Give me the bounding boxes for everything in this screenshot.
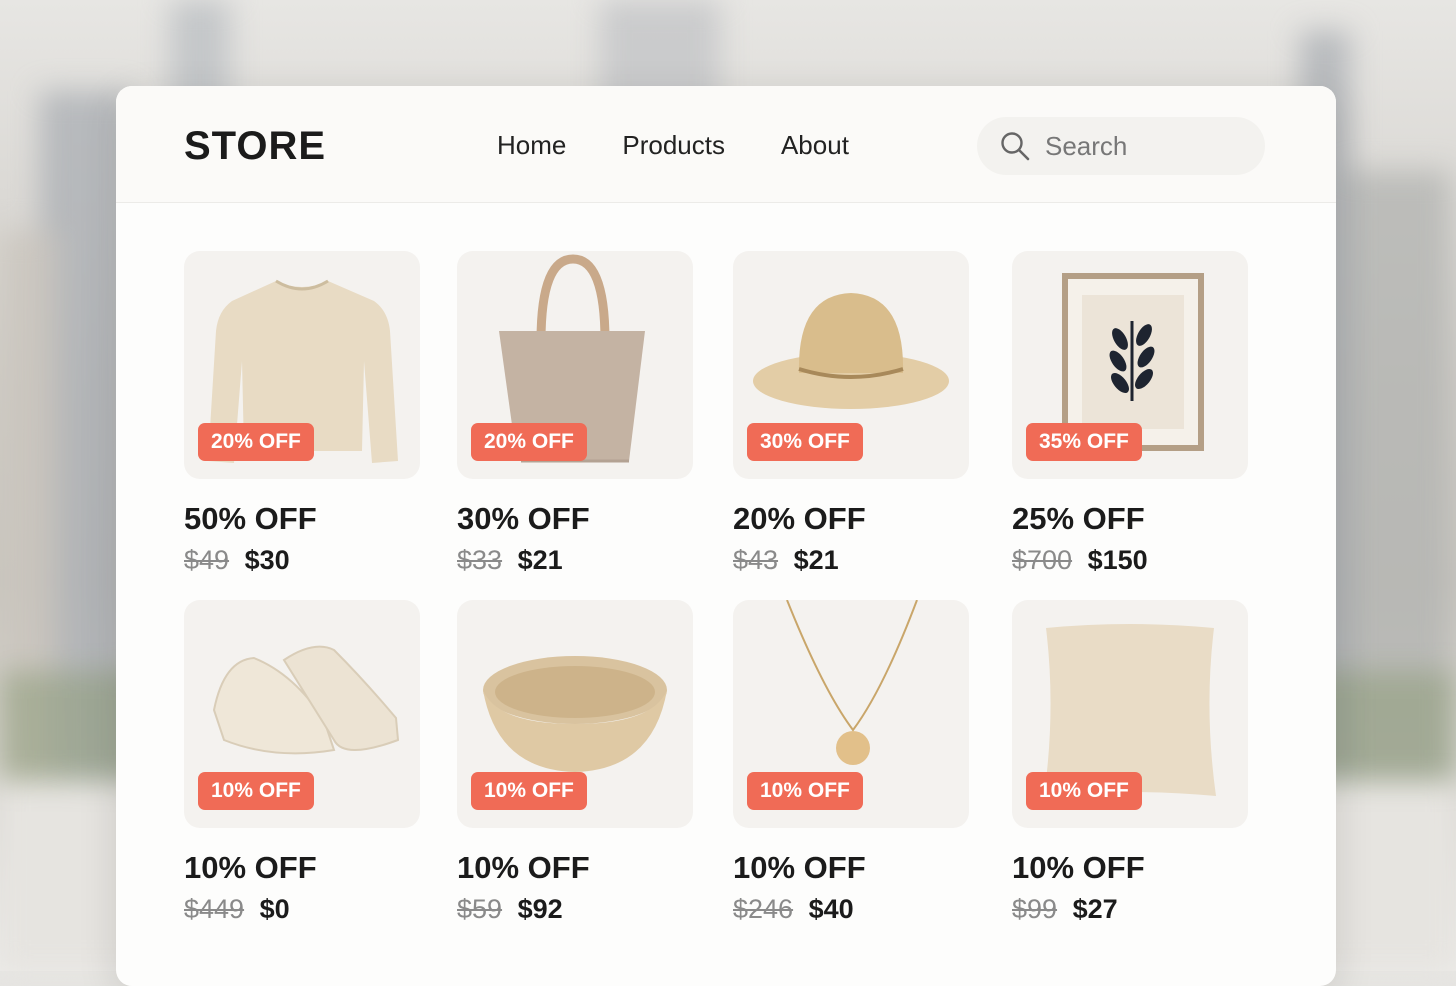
original-price: $43 <box>733 545 779 575</box>
discount-badge: 20% OFF <box>471 423 587 461</box>
discount-badge: 35% OFF <box>1026 423 1142 461</box>
product-title: 50% OFF <box>184 501 317 536</box>
main-nav: Home Products About <box>497 130 905 161</box>
sale-price: $27 <box>1072 894 1118 924</box>
product-card[interactable]: 30% OFF 20% OFF $43 $21 <box>733 251 973 576</box>
search-box[interactable] <box>977 117 1265 175</box>
header: STORE Home Products About <box>116 86 1336 203</box>
product-prices: $700 $150 <box>1012 545 1252 576</box>
product-prices: $43 $21 <box>733 545 973 576</box>
product-image-sneakers[interactable]: 10% OFF <box>184 600 420 828</box>
discount-badge: 10% OFF <box>471 772 587 810</box>
product-image-bowl[interactable]: 10% OFF <box>457 600 693 828</box>
product-prices: $99 $27 <box>1012 894 1252 925</box>
search-icon <box>1001 132 1030 161</box>
original-price: $99 <box>1012 894 1058 924</box>
original-price: $49 <box>184 545 230 575</box>
product-title: 10% OFF <box>457 850 590 885</box>
product-title: 20% OFF <box>733 501 866 536</box>
search-input[interactable] <box>1043 129 1247 163</box>
product-card[interactable]: 10% OFF 10% OFF $246 $40 <box>733 600 973 925</box>
product-card[interactable]: 20% OFF 50% OFF $49 $30 <box>184 251 424 576</box>
product-card[interactable]: 10% OFF 10% OFF $59 $92 <box>457 600 697 925</box>
original-price: $59 <box>457 894 503 924</box>
product-title: 10% OFF <box>1012 850 1145 885</box>
product-image-necklace[interactable]: 10% OFF <box>733 600 969 828</box>
product-prices: $59 $92 <box>457 894 697 925</box>
product-prices: $33 $21 <box>457 545 697 576</box>
discount-badge: 10% OFF <box>1026 772 1142 810</box>
sale-price: $92 <box>517 894 563 924</box>
product-image-pillow[interactable]: 10% OFF <box>1012 600 1248 828</box>
store-logo[interactable]: STORE <box>184 124 326 169</box>
store-window: STORE Home Products About 20% OFF 50% OF… <box>116 86 1336 986</box>
original-price: $449 <box>184 894 245 924</box>
sale-price: $0 <box>259 894 290 924</box>
product-title: 25% OFF <box>1012 501 1145 536</box>
original-price: $246 <box>733 894 794 924</box>
original-price: $700 <box>1012 545 1073 575</box>
discount-badge: 10% OFF <box>198 772 314 810</box>
product-image-framed-print[interactable]: 35% OFF <box>1012 251 1248 479</box>
nav-home[interactable]: Home <box>497 130 566 161</box>
product-title: 10% OFF <box>733 850 866 885</box>
product-image-hat[interactable]: 30% OFF <box>733 251 969 479</box>
product-prices: $449 $0 <box>184 894 424 925</box>
product-prices: $246 $40 <box>733 894 973 925</box>
nav-about[interactable]: About <box>781 130 849 161</box>
sale-price: $150 <box>1087 545 1148 575</box>
sale-price: $21 <box>517 545 563 575</box>
product-title: 30% OFF <box>457 501 590 536</box>
nav-products[interactable]: Products <box>622 130 725 161</box>
product-prices: $49 $30 <box>184 545 424 576</box>
product-card[interactable]: 35% OFF 25% OFF $700 $150 <box>1012 251 1252 576</box>
sale-price: $30 <box>244 545 290 575</box>
discount-badge: 30% OFF <box>747 423 863 461</box>
product-card[interactable]: 10% OFF 10% OFF $449 $0 <box>184 600 424 925</box>
product-card[interactable]: 20% OFF 30% OFF $33 $21 <box>457 251 697 576</box>
original-price: $33 <box>457 545 503 575</box>
discount-badge: 20% OFF <box>198 423 314 461</box>
product-title: 10% OFF <box>184 850 317 885</box>
discount-badge: 10% OFF <box>747 772 863 810</box>
product-card[interactable]: 10% OFF 10% OFF $99 $27 <box>1012 600 1252 925</box>
product-image-tote-bag[interactable]: 20% OFF <box>457 251 693 479</box>
sale-price: $40 <box>808 894 854 924</box>
sale-price: $21 <box>793 545 839 575</box>
product-image-sweater[interactable]: 20% OFF <box>184 251 420 479</box>
